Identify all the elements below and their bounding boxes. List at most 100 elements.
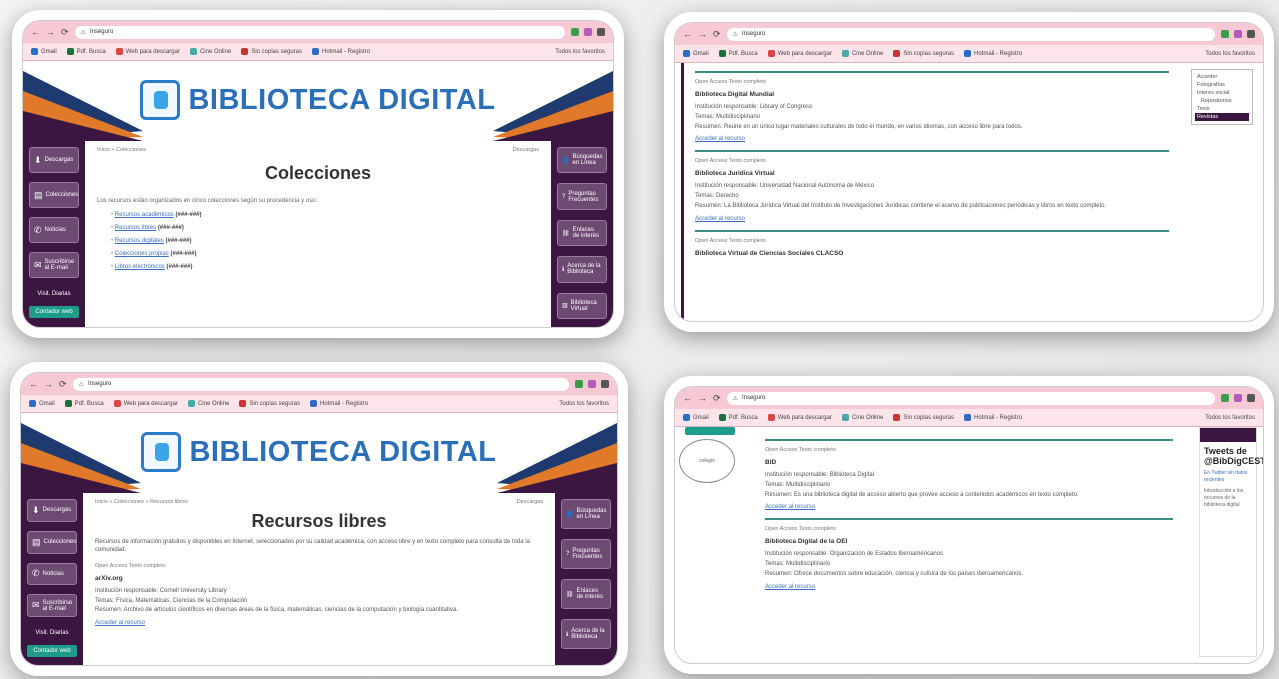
sidebar-item-enlaces[interactable]: ⛓ Enlaces de interés [557,219,607,247]
forward-icon[interactable]: → [698,393,707,404]
sidebar-item-acerca[interactable]: ℹ Acerca de la Biblioteca [557,256,607,283]
bookmark-item[interactable]: Gmail [683,49,709,57]
address-bar[interactable]: ⚠ Inseguro [74,25,565,39]
extension-icon[interactable] [1221,30,1229,38]
resource-link[interactable]: Acceder al recurso [695,136,745,142]
bookmark-item[interactable]: Hotmail - Registro [964,49,1022,57]
extension-icon[interactable] [1221,394,1229,402]
resource-link[interactable]: Acceder al recurso [695,216,745,222]
back-icon[interactable]: ← [29,379,38,390]
bookmark-item[interactable]: Web para descargar [113,399,178,407]
bookmark-item[interactable]: Gmail [29,399,55,407]
address-bar[interactable]: ⚠ Inseguro [726,391,1215,405]
address-bar[interactable]: ⚠ Inseguro [726,27,1215,41]
bookmark-item[interactable]: Cine Online [841,413,883,421]
descargas-link[interactable]: Descargas [513,147,539,153]
sidebar-item-colecciones[interactable]: ▤ Colecciones [27,530,77,554]
sidebar-item-noticias[interactable]: ✆ Noticias [27,562,77,586]
bookmark-item[interactable]: Pdf. Busca [66,47,106,55]
sidebar-item-preguntas[interactable]: ? Preguntas Frecuentes [557,183,607,210]
back-icon[interactable]: ← [683,29,692,40]
dropdown-option[interactable]: Interés social [1195,89,1249,97]
forward-icon[interactable]: → [46,27,55,38]
collection-link[interactable]: Recursos académicos [115,212,174,218]
bookmark-item[interactable]: Todos los favoritos [1205,51,1255,57]
resource-tags: Open Access Texto completo [695,79,766,85]
collection-link[interactable]: Libros electrónicos [115,264,165,270]
bookmark-item[interactable]: Hotmail - Registro [310,399,368,407]
forward-icon[interactable]: → [44,379,53,390]
resource-link[interactable]: Acceder al recurso [95,620,145,626]
sidebar-item-preguntas[interactable]: ? Preguntas Frecuentes [561,539,611,569]
bookmark-item[interactable]: Web para descargar [767,413,832,421]
bookmark-item[interactable]: Cine Online [187,399,229,407]
bookmark-item[interactable]: Todos los favoritos [1205,415,1255,421]
collection-link[interactable]: Colecciones propias [115,251,169,257]
bookmark-item[interactable]: Sin copias seguras [893,49,954,57]
reload-icon[interactable]: ⟳ [59,379,67,390]
menu-icon[interactable] [601,380,609,388]
dropdown-option[interactable]: Acceder [1195,73,1249,81]
bookmark-item[interactable]: Web para descargar [115,47,180,55]
collection-link[interactable]: Recursos digitales [115,238,164,244]
back-icon[interactable]: ← [31,27,40,38]
sidebar-item-busquedas[interactable]: 👤 Búsquedas en Línea [557,147,607,174]
extension-icon[interactable] [1234,30,1242,38]
extension-icon[interactable] [584,28,592,36]
category-dropdown[interactable]: Acceder Fotografías Interés social Repos… [1191,69,1253,125]
sidebar-item-busquedas[interactable]: 👤 Búsquedas en Línea [561,499,611,529]
sidebar-item-descargas[interactable]: ⬇ Descargas [29,147,79,173]
bookmark-item[interactable]: Sin copias seguras [239,399,300,407]
dropdown-option-selected[interactable]: Revistas [1195,113,1249,121]
site-logo[interactable]: BIBLIOTECA DIGITAL [141,432,496,472]
dropdown-option[interactable]: Fotografías [1195,81,1249,89]
bookmark-item[interactable]: Cine Online [189,47,231,55]
sidebar-item-virtual[interactable]: ▥ Biblioteca Virtual [557,292,607,320]
breadcrumb[interactable]: Inicio » Colecciones [97,147,539,153]
address-bar[interactable]: ⚠ Inseguro [72,377,569,391]
sidebar-item-acerca[interactable]: ℹ Acerca de la Biblioteca [561,619,611,649]
bookmark-item[interactable]: Pdf. Busca [718,413,758,421]
reload-icon[interactable]: ⟳ [713,29,721,40]
extension-icon[interactable] [575,380,583,388]
resource-link[interactable]: Acceder al recurso [765,504,815,510]
sidebar-item-noticias[interactable]: ✆ Noticias [29,217,79,243]
descargas-link[interactable]: Descargas [517,499,543,505]
extension-icon[interactable] [571,28,579,36]
twitter-title[interactable]: Tweets de @BibDigCEST [1200,442,1263,470]
sidebar-item-descargas[interactable]: ⬇ Descargas [27,499,77,522]
forward-icon[interactable]: → [698,29,707,40]
resource-link[interactable]: Acceder al recurso [765,584,815,590]
teal-button[interactable] [685,427,735,435]
bookmark-item[interactable]: Sin copias seguras [893,413,954,421]
reload-icon[interactable]: ⟳ [61,27,69,38]
bookmark-item[interactable]: Gmail [31,47,57,55]
breadcrumb[interactable]: Inicio » Colecciones » Recursos libres [95,499,543,505]
site-logo[interactable]: BIBLIOTECA DIGITAL [140,80,495,120]
sidebar-item-colecciones[interactable]: ▤ Colecciones [29,182,79,208]
extension-icon[interactable] [588,380,596,388]
bookmark-item[interactable]: Pdf. Busca [64,399,104,407]
collection-link[interactable]: Recursos libres [115,225,156,231]
bookmark-item[interactable]: Gmail [683,413,709,421]
extension-icon[interactable] [1234,394,1242,402]
bookmark-item[interactable]: Hotmail - Registro [312,47,370,55]
sidebar-item-enlaces[interactable]: ⛓ Enlaces de interés [561,579,611,609]
bookmark-item[interactable]: Hotmail - Registro [964,413,1022,421]
dropdown-option[interactable]: Repositorios [1195,97,1249,105]
bookmark-item[interactable]: Cine Online [841,49,883,57]
back-icon[interactable]: ← [683,393,692,404]
menu-icon[interactable] [1247,30,1255,38]
dropdown-option[interactable]: Tesis [1195,105,1249,113]
menu-icon[interactable] [597,28,605,36]
reload-icon[interactable]: ⟳ [713,393,721,404]
bookmark-item[interactable]: Web para descargar [767,49,832,57]
bookmark-item[interactable]: Todos los favoritos [559,401,609,407]
twitter-link[interactable]: En Twitter sin datos recientes [1200,470,1256,484]
menu-icon[interactable] [1247,394,1255,402]
sidebar-item-suscribirse[interactable]: ✉ Suscribirse al E-mail [29,252,79,278]
sidebar-item-suscribirse[interactable]: ✉ Suscribirse al E-mail [27,594,77,617]
bookmark-item[interactable]: Todos los favoritos [555,49,605,55]
bookmark-item[interactable]: Sin copias seguras [241,47,302,55]
bookmark-item[interactable]: Pdf. Busca [718,49,758,57]
